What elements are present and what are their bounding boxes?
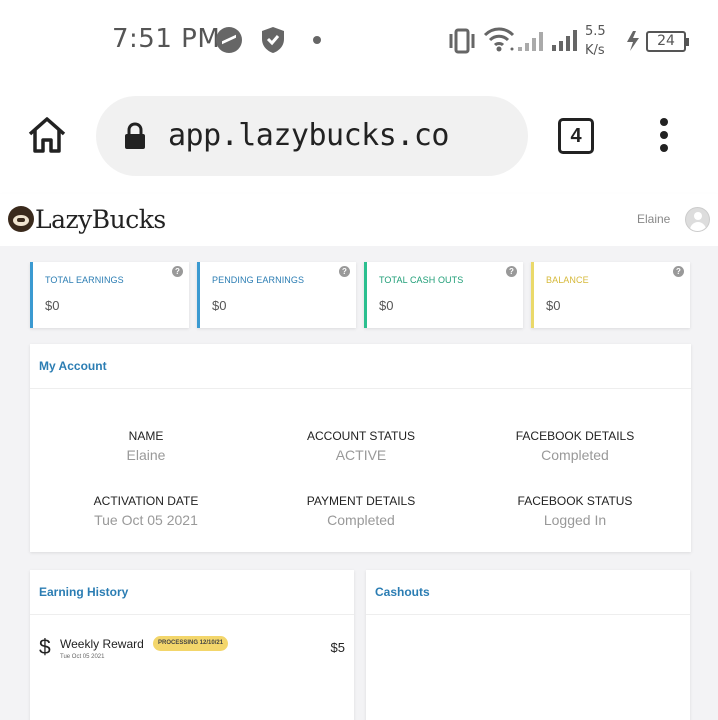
stat-accent-bar [531, 262, 534, 328]
help-icon[interactable]: ? [506, 266, 517, 277]
stat-label: TOTAL EARNINGS [45, 275, 124, 285]
field-value: Elaine [126, 447, 166, 463]
charging-icon [627, 31, 639, 51]
app-header: LazyBucks Elaine [0, 194, 718, 246]
more-menu-icon[interactable] [656, 118, 672, 158]
earning-date: Tue Oct 05 2021 [60, 654, 105, 660]
panel-title: My Account [30, 344, 691, 389]
stat-card-total-cash-outs: ? TOTAL CASH OUTS $0 [364, 262, 523, 328]
field-label: PAYMENT DETAILS [306, 494, 416, 508]
url-text[interactable]: app.lazybucks.co [168, 118, 449, 153]
menu-dot [660, 118, 668, 126]
field-value: Completed [541, 447, 609, 463]
brand-logo-text[interactable]: LazyBucks [35, 205, 166, 234]
account-field-payment-details: PAYMENT DETAILS Completed [261, 494, 461, 528]
help-icon[interactable]: ? [673, 266, 684, 277]
help-icon[interactable]: ? [339, 266, 350, 277]
field-value: Tue Oct 05 2021 [94, 512, 198, 528]
avatar[interactable] [685, 207, 710, 232]
my-account-panel: My Account NAME Elaine ACCOUNT STATUS AC… [30, 344, 691, 552]
field-value: Logged In [543, 512, 607, 528]
battery-icon: 24 [646, 31, 689, 52]
stat-accent-bar [364, 262, 367, 328]
cashouts-panel: Cashouts [366, 570, 690, 720]
field-label: FACEBOOK DETAILS [515, 429, 635, 443]
account-field-name: NAME Elaine [46, 429, 246, 463]
earning-history-panel: Earning History $ Weekly Reward Tue Oct … [30, 570, 354, 720]
account-field-facebook-status: FACEBOOK STATUS Logged In [475, 494, 675, 528]
field-label: FACEBOOK STATUS [517, 494, 633, 508]
lock-icon [125, 122, 145, 149]
stat-label: PENDING EARNINGS [212, 275, 305, 285]
field-value: Completed [327, 512, 395, 528]
account-field-facebook-details: FACEBOOK DETAILS Completed [475, 429, 675, 463]
shield-icon [262, 27, 284, 53]
tab-switcher-button[interactable]: 4 [558, 118, 594, 154]
speed-unit: K/s [585, 43, 605, 58]
status-time: 7:51 PM [112, 24, 221, 54]
status-badge: PROCESSING 12/10/21 [153, 636, 229, 651]
field-label: NAME [128, 429, 164, 443]
stat-card-pending-earnings: ? PENDING EARNINGS $0 [197, 262, 356, 328]
stat-value: $0 [212, 298, 227, 313]
field-value: ACTIVE [335, 447, 387, 463]
dot-icon [313, 36, 321, 44]
list-item[interactable]: $ Weekly Reward Tue Oct 05 2021 PROCESSI… [30, 630, 354, 670]
signal-icon [518, 30, 577, 51]
menu-dot [660, 144, 668, 152]
logo-icon[interactable] [8, 206, 34, 232]
messenger-icon [216, 27, 242, 53]
panel-title: Earning History [30, 570, 354, 615]
speed-value: 5.5 [585, 24, 606, 39]
wifi-icon [483, 27, 515, 52]
field-label: ACTIVATION DATE [93, 494, 199, 508]
address-bar[interactable]: app.lazybucks.co [96, 96, 528, 176]
stat-value: $0 [379, 298, 394, 313]
stat-value: $0 [45, 298, 60, 313]
dashboard-content: ? TOTAL EARNINGS $0 ? PENDING EARNINGS $… [0, 246, 718, 720]
vibrate-icon [449, 28, 475, 54]
stat-label: TOTAL CASH OUTS [379, 275, 464, 285]
status-bar: 7:51 PM 5.5 K/s 24 [0, 0, 718, 84]
menu-dot [660, 131, 668, 139]
help-icon[interactable]: ? [172, 266, 183, 277]
network-speed: 5.5 K/s [585, 22, 606, 60]
account-field-activation-date: ACTIVATION DATE Tue Oct 05 2021 [46, 494, 246, 528]
stat-accent-bar [197, 262, 200, 328]
panel-title: Cashouts [366, 570, 690, 615]
stat-value: $0 [546, 298, 561, 313]
stat-card-total-earnings: ? TOTAL EARNINGS $0 [30, 262, 189, 328]
dollar-icon: $ [39, 636, 51, 659]
user-name[interactable]: Elaine [637, 212, 670, 226]
stat-card-balance: ? BALANCE $0 [531, 262, 690, 328]
stat-accent-bar [30, 262, 33, 328]
earning-amount: $5 [330, 640, 345, 655]
field-label: ACCOUNT STATUS [306, 429, 415, 443]
home-icon[interactable] [26, 116, 68, 154]
browser-toolbar: app.lazybucks.co 4 [0, 84, 718, 194]
stat-label: BALANCE [546, 275, 589, 285]
account-field-status: ACCOUNT STATUS ACTIVE [261, 429, 461, 463]
earning-title: Weekly Reward [60, 637, 144, 651]
